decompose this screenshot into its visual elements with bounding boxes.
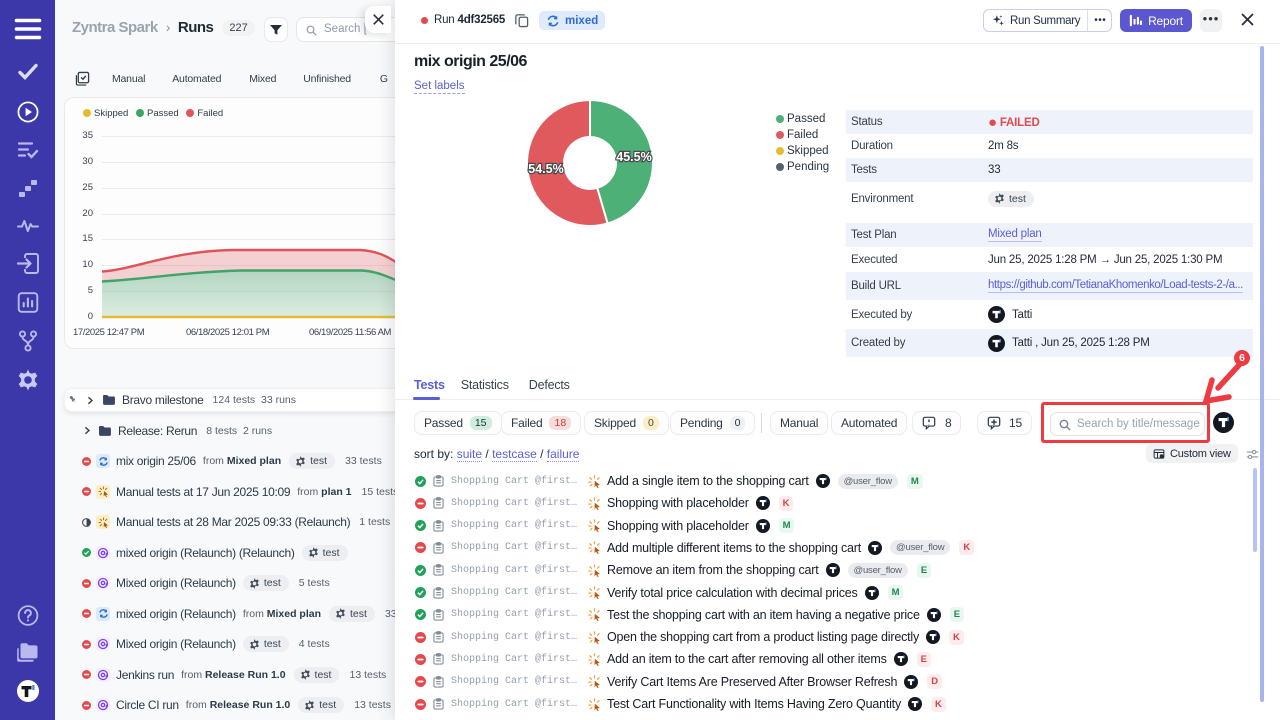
svg-text:45.5%: 45.5% bbox=[616, 150, 651, 164]
svg-text:54.5%: 54.5% bbox=[528, 162, 563, 176]
